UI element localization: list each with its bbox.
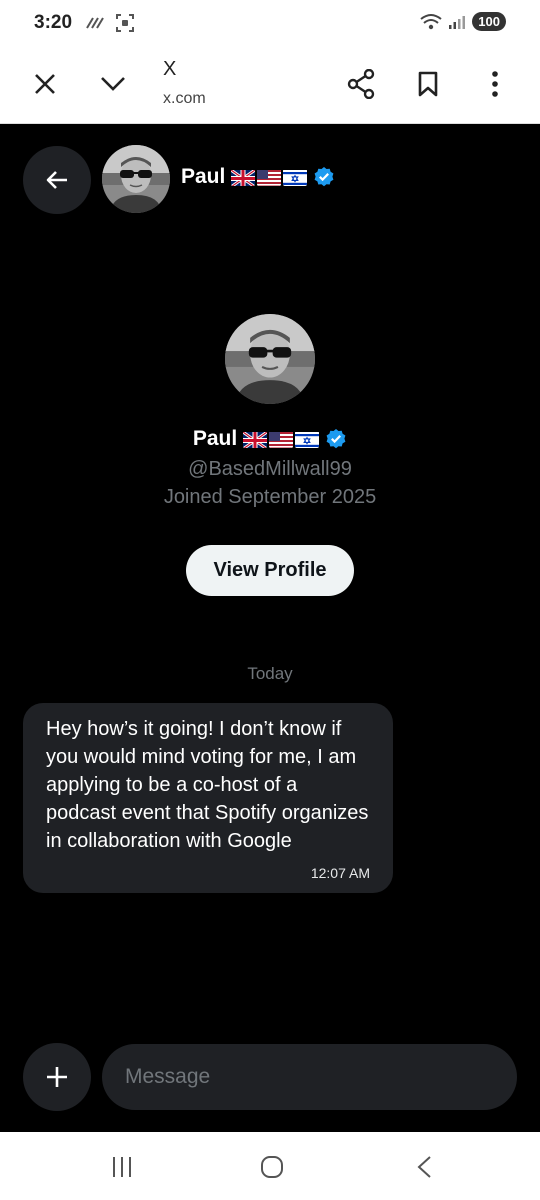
bookmark-icon — [418, 71, 438, 97]
chevron-left-icon — [417, 1156, 431, 1178]
flags-group — [243, 430, 320, 448]
profile-name: Paul — [0, 427, 540, 451]
recent-apps-icon — [113, 1157, 131, 1177]
uk-flag-icon — [231, 168, 256, 186]
close-icon — [35, 74, 55, 94]
close-tab-button[interactable] — [25, 64, 65, 104]
message-bubble[interactable]: Hey how’s it going! I don’t know if you … — [23, 703, 393, 893]
notification-icon — [86, 17, 104, 29]
arrow-left-icon — [46, 171, 67, 189]
share-button[interactable] — [341, 64, 381, 104]
profile-avatar[interactable] — [225, 314, 315, 404]
back-button[interactable] — [23, 146, 91, 214]
message-timestamp: 12:07 AM — [310, 865, 370, 881]
verified-badge-icon — [314, 167, 334, 187]
system-navigation-bar — [0, 1132, 540, 1200]
wifi-icon — [420, 13, 442, 29]
add-attachment-button[interactable] — [23, 1043, 91, 1111]
header-avatar[interactable] — [102, 145, 170, 213]
recent-apps-button[interactable] — [102, 1152, 142, 1182]
profile-handle: @BasedMillwall99 — [188, 458, 352, 480]
avatar-image — [225, 314, 315, 404]
status-icons-left — [86, 14, 134, 32]
us-flag-icon — [269, 431, 294, 448]
dm-conversation: Paul Paul @BasedMillwall99 Joined Septem… — [0, 124, 540, 1132]
us-flag-icon — [257, 169, 282, 186]
home-icon — [261, 1156, 283, 1178]
uk-flag-icon — [243, 430, 268, 448]
more-vertical-icon — [492, 71, 498, 97]
view-profile-button[interactable]: View Profile — [186, 545, 354, 596]
battery-indicator: 100 — [472, 12, 506, 31]
browser-url[interactable]: x.com — [163, 90, 206, 108]
browser-toolbar: X x.com — [0, 46, 540, 124]
minimize-button[interactable] — [93, 64, 133, 104]
verified-badge-icon — [326, 429, 346, 449]
message-text: Hey how’s it going! I don’t know if you … — [46, 718, 369, 852]
bookmark-button[interactable] — [408, 64, 448, 104]
system-back-button[interactable] — [404, 1152, 444, 1182]
header-title[interactable]: Paul — [181, 165, 335, 189]
share-icon — [347, 69, 375, 99]
home-button[interactable] — [252, 1152, 292, 1182]
profile-name-text: Paul — [192, 427, 238, 450]
israel-flag-icon — [295, 431, 320, 448]
status-bar: 3:20 100 — [0, 0, 540, 46]
day-divider: Today — [247, 664, 293, 683]
header-name-text: Paul — [181, 165, 226, 188]
chevron-down-icon — [101, 77, 125, 91]
plus-icon — [47, 1067, 67, 1087]
israel-flag-icon — [283, 169, 308, 186]
message-input[interactable] — [102, 1044, 517, 1110]
avatar-image — [102, 145, 170, 213]
status-icons-right: 100 — [420, 12, 506, 31]
flags-group — [231, 168, 308, 186]
more-options-button[interactable] — [475, 64, 515, 104]
status-time: 3:20 — [34, 12, 73, 33]
signal-icon — [449, 15, 466, 29]
browser-page-title: X — [163, 58, 177, 80]
screenshot-icon — [116, 14, 134, 32]
profile-joined-date: Joined September 2025 — [163, 486, 377, 508]
